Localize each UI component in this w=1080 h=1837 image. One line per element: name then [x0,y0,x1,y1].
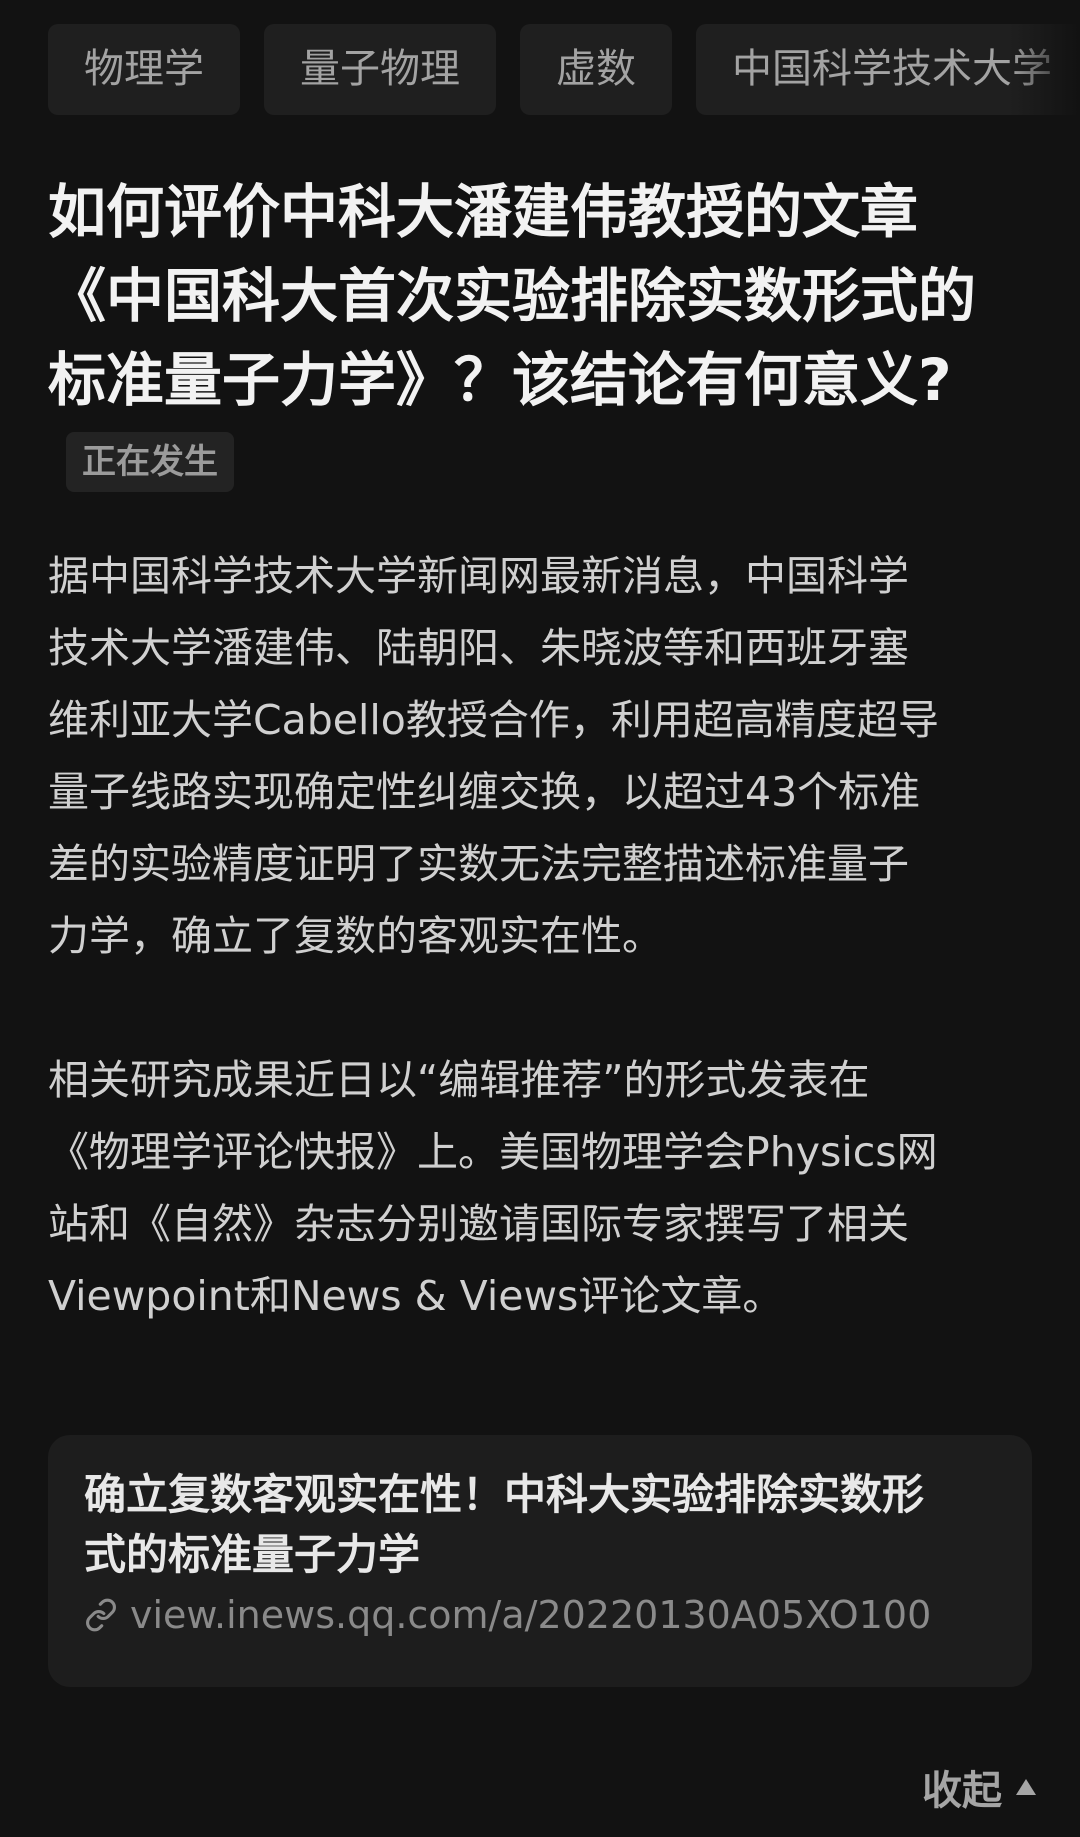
link-card-title-line: 式的标准量子力学 [84,1530,421,1579]
description-paragraph: 据中国科学技术大学新闻网最新消息，中国科学 技术大学潘建伟、陆朝阳、朱晓波等和西… [48,540,1048,972]
question-title-line: 如何评价中科大潘建伟教授的文章 [48,178,919,246]
question-title-line: 《中国科大首次实验排除实数形式的 [48,262,977,330]
description-line: 《物理学评论快报》上。美国物理学会Physics网 [48,1128,938,1176]
topic-tags: 物理学 量子物理 虚数 中国科学技术大学 [48,24,1080,115]
link-card[interactable]: 确立复数客观实在性！中科大实验排除实数形 式的标准量子力学 view.inews… [48,1435,1032,1687]
link-card-title-line: 确立复数客观实在性！中科大实验排除实数形 [84,1470,925,1519]
topic-tag[interactable]: 中国科学技术大学 [696,24,1080,115]
question-title-line: 标准量子力学》？该结论有何意义? [48,346,952,414]
description-line: 量子线路实现确定性纠缠交换，以超过43个标准 [48,768,921,816]
collapse-button[interactable]: 收起 [922,1758,1036,1816]
description-line: 站和《自然》杂志分别邀请国际专家撰写了相关 [48,1200,909,1248]
link-card-title: 确立复数客观实在性！中科大实验排除实数形 式的标准量子力学 [84,1465,996,1585]
description-line: Viewpoint和News & Views评论文章。 [48,1272,784,1320]
description-line: 相关研究成果近日以“编辑推荐”的形式发表在 [48,1056,870,1104]
link-card-url-row: view.inews.qq.com/a/20220130A05XO100 [84,1593,996,1637]
question-title: 如何评价中科大潘建伟教授的文章 《中国科大首次实验排除实数形式的 标准量子力学》… [48,170,1048,422]
link-icon [86,1598,116,1632]
topic-tag[interactable]: 量子物理 [264,24,496,115]
description-line: 差的实验精度证明了实数无法完整描述标准量子 [48,840,909,888]
description-line: 技术大学潘建伟、陆朝阳、朱晓波等和西班牙塞 [48,624,909,672]
link-card-url: view.inews.qq.com/a/20220130A05XO100 [130,1593,932,1637]
question-description: 据中国科学技术大学新闻网最新消息，中国科学 技术大学潘建伟、陆朝阳、朱晓波等和西… [48,540,1048,1404]
topic-tag[interactable]: 虚数 [520,24,672,115]
topic-tag[interactable]: 物理学 [48,24,240,115]
description-line: 维利亚大学Cabello教授合作，利用超高精度超导 [48,696,939,744]
description-paragraph: 相关研究成果近日以“编辑推荐”的形式发表在 《物理学评论快报》上。美国物理学会P… [48,1044,1048,1332]
description-line: 力学，确立了复数的客观实在性。 [48,912,663,960]
triangle-up-icon [1016,1779,1036,1795]
description-line: 据中国科学技术大学新闻网最新消息，中国科学 [48,552,909,600]
status-badge: 正在发生 [66,432,234,492]
collapse-label: 收起 [922,1768,1002,1814]
